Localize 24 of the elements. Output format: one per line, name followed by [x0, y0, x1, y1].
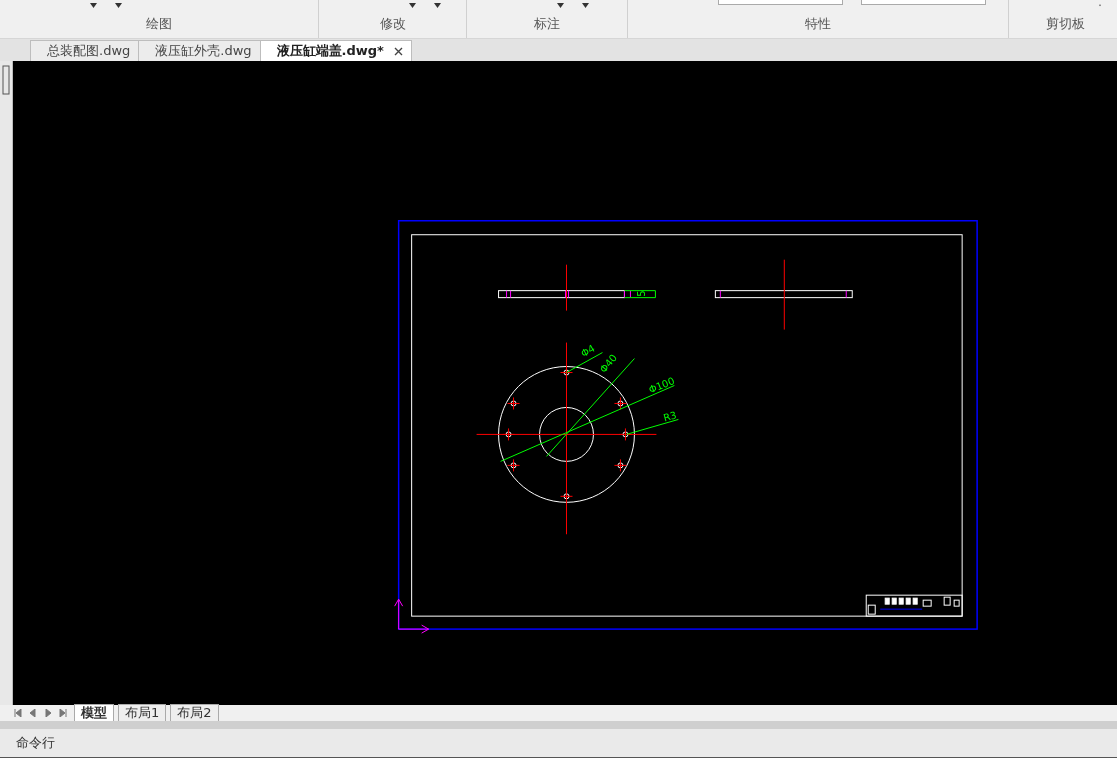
palette-icon[interactable]: [2, 65, 10, 95]
file-tab[interactable]: 总装配图.dwg: [30, 40, 140, 61]
dimension-label: Φ100: [647, 375, 677, 396]
ribbon-group-label: 剪切板: [1044, 15, 1086, 33]
ribbon-group-label: 特性: [804, 15, 832, 33]
ribbon-group-label: 标注: [533, 15, 561, 33]
property-field[interactable]: [718, 0, 843, 5]
dimension-label: Φ4: [579, 342, 597, 360]
layout-tab[interactable]: 布局2: [170, 704, 219, 721]
layout-tab[interactable]: 布局1: [118, 704, 167, 721]
tab-nav-icon[interactable]: [59, 709, 67, 717]
ribbon-group-label: 绘图: [145, 15, 173, 33]
command-line-label: 命令行: [16, 734, 55, 752]
ucs-axis-icon: [394, 598, 430, 634]
property-field[interactable]: [861, 0, 986, 5]
dimension-label: 5: [636, 290, 648, 297]
tab-nav-icon[interactable]: [14, 709, 22, 717]
dimension-label: R3: [662, 409, 678, 424]
dimension-line: [623, 290, 656, 299]
layout-tab[interactable]: 模型: [74, 704, 114, 721]
close-icon[interactable]: [393, 46, 403, 56]
file-tab[interactable]: 液压缸端盖.dwg*: [259, 40, 412, 61]
file-tab[interactable]: 液压缸外壳.dwg: [138, 40, 261, 61]
ribbon-group-label: 修改: [378, 15, 407, 33]
